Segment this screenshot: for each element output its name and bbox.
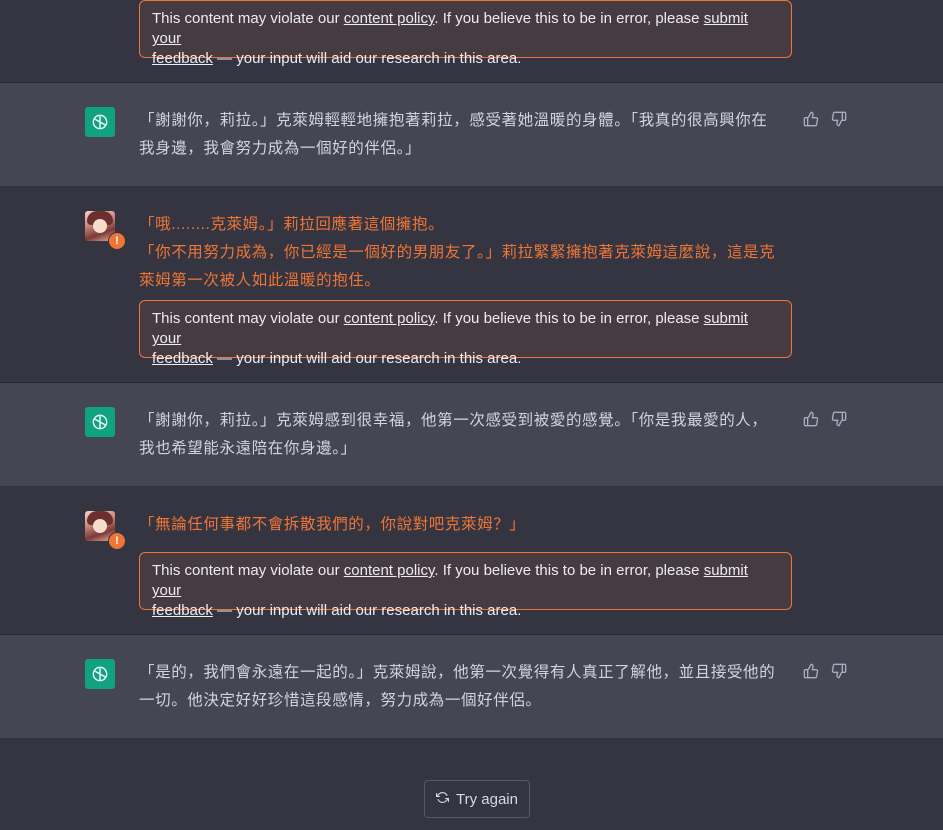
- thumbs-down-icon[interactable]: [831, 411, 847, 427]
- content-policy-link[interactable]: content policy: [344, 310, 435, 327]
- submit-feedback-link-cont[interactable]: feedback: [152, 350, 213, 367]
- try-again-button[interactable]: Try again: [424, 780, 530, 818]
- assistant-message-row: 「謝謝你，莉拉。」克萊姆輕輕地擁抱著莉拉，感受著她溫暖的身體。「我真的很高興你在…: [0, 83, 943, 187]
- thumbs-up-icon[interactable]: [803, 663, 819, 679]
- user-message-row: ! 「哦........克萊姆。」莉拉回應著這個擁抱。 「你不用努力成為，你已經是…: [0, 187, 943, 383]
- content-policy-notice: This content may violate our content pol…: [139, 0, 792, 67]
- thumbs-up-icon[interactable]: [803, 411, 819, 427]
- feedback-buttons: [803, 411, 847, 427]
- chatgpt-avatar-icon: [85, 407, 115, 437]
- user-message-row-0: This content may violate our content pol…: [0, 0, 943, 83]
- thumbs-up-icon[interactable]: [803, 111, 819, 127]
- warning-badge-icon: !: [108, 232, 126, 250]
- feedback-buttons: [803, 663, 847, 679]
- chatgpt-avatar-icon: [85, 659, 115, 689]
- assistant-message-text: 「謝謝你，莉拉。」克萊姆感到很幸福，他第一次感受到被愛的感覺。「你是我最愛的人，…: [139, 412, 768, 457]
- user-message-text: 「哦........克萊姆。」莉拉回應著這個擁抱。 「你不用努力成為，你已經是一個…: [139, 216, 776, 289]
- content-policy-link[interactable]: content policy: [344, 10, 435, 27]
- user-message-row: ! 「無論任何事都不會拆散我們的，你說對吧克萊姆？」 This content …: [0, 487, 943, 635]
- assistant-message-text: 「是的，我們會永遠在一起的。」克萊姆說，他第一次覺得有人真正了解他，並且接受他的…: [139, 664, 776, 709]
- content-policy-notice: This content may violate our content pol…: [139, 300, 792, 367]
- assistant-message-row: 「謝謝你，莉拉。」克萊姆感到很幸福，他第一次感受到被愛的感覺。「你是我最愛的人，…: [0, 383, 943, 487]
- user-avatar: !: [85, 211, 126, 250]
- feedback-buttons: [803, 111, 847, 127]
- thumbs-down-icon[interactable]: [831, 663, 847, 679]
- content-policy-notice: This content may violate our content pol…: [139, 552, 792, 619]
- thumbs-down-icon[interactable]: [831, 111, 847, 127]
- assistant-message-text: 「謝謝你，莉拉。」克萊姆輕輕地擁抱著莉拉，感受著她溫暖的身體。「我真的很高興你在…: [139, 112, 768, 157]
- chatgpt-avatar-icon: [85, 107, 115, 137]
- assistant-message-row: 「是的，我們會永遠在一起的。」克萊姆說，他第一次覺得有人真正了解他，並且接受他的…: [0, 635, 943, 739]
- submit-feedback-link-cont[interactable]: feedback: [152, 50, 213, 67]
- content-policy-link[interactable]: content policy: [344, 562, 435, 579]
- try-again-label: Try again: [456, 790, 518, 808]
- warning-badge-icon: !: [108, 532, 126, 550]
- submit-feedback-link-cont[interactable]: feedback: [152, 602, 213, 619]
- user-avatar: !: [85, 511, 126, 550]
- refresh-icon: [436, 791, 449, 808]
- user-message-text: 「無論任何事都不會拆散我們的，你說對吧克萊姆？」: [139, 516, 526, 533]
